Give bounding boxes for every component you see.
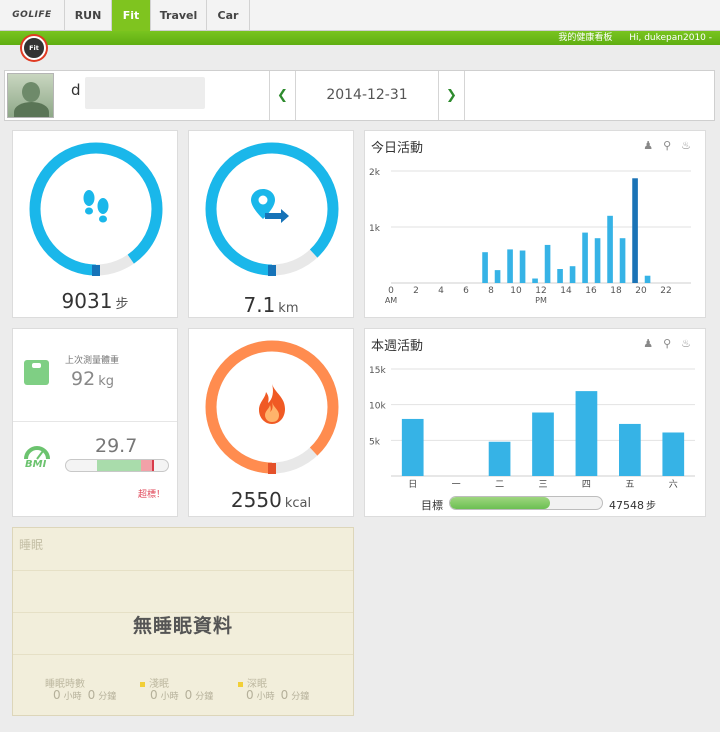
bmi-value: 29.7 xyxy=(95,435,138,457)
goal-value: 47548 步 xyxy=(609,499,656,512)
bar-day-2 xyxy=(488,441,511,476)
steps-value: 9031 步 xyxy=(61,289,129,313)
location-arrow-icon xyxy=(251,189,289,223)
weight-label: 上次測量體重 xyxy=(65,356,120,366)
bmi-range-bar xyxy=(65,459,169,472)
weight-value: 92 kg xyxy=(71,368,114,390)
bar-hour-15 xyxy=(582,232,588,283)
scale-icon xyxy=(24,360,49,385)
x-tick-label: 4 xyxy=(438,286,444,296)
x-sub-label: PM xyxy=(535,296,547,305)
tab-travel[interactable]: Travel xyxy=(151,0,207,31)
x-tick-label: 日 xyxy=(408,479,417,490)
today-activity-chart: 1k 2k 0 2 4 6 8 10 12 14 16 18 20 22 AM PM xyxy=(369,168,691,305)
week-activity-card: 本週活動 ♟ ⚲ ♨ 5k 10k 15k 日一二三四五六 目標 47548 步 xyxy=(364,328,706,517)
calories-card[interactable]: 2550 kcal xyxy=(188,328,354,517)
bar-hour-12 xyxy=(544,244,551,283)
steps-card[interactable]: 9031 步 xyxy=(12,130,178,318)
x-tick-label: 0 xyxy=(388,286,394,296)
bar-hour-8 xyxy=(494,270,501,283)
bar-hour-18 xyxy=(619,238,626,283)
y-tick-label: 2k xyxy=(369,168,381,178)
bar-day-0 xyxy=(401,418,424,476)
y-tick-label: 5k xyxy=(369,437,381,447)
bar-day-3 xyxy=(532,412,554,476)
week-activity-chart: 5k 10k 15k 日 一 二 三 四 五 六 xyxy=(369,366,695,490)
x-tick-label: 10 xyxy=(510,286,522,296)
bar-hour-13 xyxy=(557,269,563,283)
x-tick-label: 三 xyxy=(538,480,547,490)
bar-day-4 xyxy=(575,391,598,476)
x-tick-label: 22 xyxy=(660,286,671,296)
y-tick-label: 15k xyxy=(369,366,386,376)
x-sub-label: AM xyxy=(385,296,397,305)
redacted-name xyxy=(85,77,205,109)
bar-hour-16 xyxy=(594,238,601,283)
sleep-card[interactable]: 睡眠 無睡眠資料 睡眠時數 淺眠 深眠 0 小時 0 分鐘 0 小時 0 分鐘 0 小時 0 分鐘 xyxy=(12,527,354,716)
distance-value: 7.1 km xyxy=(243,293,299,317)
chevron-right-icon: ❯ xyxy=(446,88,457,103)
today-activity-card: 今日活動 ♟ ⚲ ♨ 1k 2k 0 2 4 6 8 10 12 14 16 18 20 22 AM PM xyxy=(364,130,706,318)
x-tick-label: 二 xyxy=(495,480,504,490)
header-bar: 我的健康看板 Hi, dukepan2010 - xyxy=(0,31,720,45)
bar-hour-14 xyxy=(569,266,576,283)
weight-card[interactable]: 上次測量體重 92 kg BMI 29.7 超標！ xyxy=(12,328,178,517)
bar-hour-9 xyxy=(507,249,513,283)
bmi-warning: 超標！ xyxy=(137,490,165,500)
bar-hour-19 xyxy=(632,178,638,283)
avatar xyxy=(7,73,54,118)
fit-logo: Fit xyxy=(22,36,46,60)
distance-ring xyxy=(205,142,339,276)
x-tick-label: 8 xyxy=(488,286,494,296)
x-tick-label: 18 xyxy=(610,286,622,296)
dashboard-link[interactable]: 我的健康看板 xyxy=(558,33,612,43)
current-date: 2014-12-31 xyxy=(326,87,408,103)
y-tick-label: 1k xyxy=(369,224,381,234)
bmi-gauge-icon: BMI xyxy=(23,443,51,473)
x-tick-label: 2 xyxy=(413,286,419,296)
sleep-no-data: 無睡眠資料 xyxy=(132,615,233,637)
bar-hour-10 xyxy=(519,250,526,283)
sleep-title: 睡眠 xyxy=(19,538,44,552)
x-tick-label: 四 xyxy=(582,480,591,490)
goal-label: 目標 xyxy=(421,499,443,512)
x-tick-label: 14 xyxy=(560,286,572,296)
bmi-label: BMI xyxy=(25,459,47,470)
x-tick-label: 12 xyxy=(535,286,546,296)
sleep-deep-value: 0 小時 0 分鐘 xyxy=(246,688,310,702)
tab-fit[interactable]: Fit xyxy=(112,0,151,31)
tab-run[interactable]: RUN xyxy=(65,0,112,31)
x-tick-label: 六 xyxy=(669,478,678,490)
x-tick-label: 16 xyxy=(585,286,597,296)
user-menu[interactable]: Hi, dukepan2010 - xyxy=(629,33,712,43)
x-tick-label: 6 xyxy=(463,286,469,296)
profile-bar: d ❮ 2014-12-31 ❯ xyxy=(4,70,715,121)
tab-golife[interactable]: GOLIFE xyxy=(0,0,65,31)
bar-hour-20 xyxy=(644,275,651,283)
tab-car[interactable]: Car xyxy=(207,0,250,31)
y-tick-label: 10k xyxy=(369,402,386,412)
prev-date-button[interactable]: ❮ xyxy=(270,71,296,120)
x-tick-label: 20 xyxy=(635,286,647,296)
bar-hour-17 xyxy=(607,215,613,283)
chevron-left-icon: ❮ xyxy=(277,88,288,103)
x-tick-label: 一 xyxy=(452,480,461,490)
footprints-icon xyxy=(83,190,109,223)
flame-icon xyxy=(259,384,285,424)
bar-day-6 xyxy=(662,432,685,476)
sleep-total-value: 0 小時 0 分鐘 xyxy=(53,688,117,702)
sleep-light-value: 0 小時 0 分鐘 xyxy=(150,688,214,702)
bar-day-5 xyxy=(619,423,641,476)
next-date-button[interactable]: ❯ xyxy=(438,71,464,120)
top-nav: GOLIFE RUN Fit Travel Car xyxy=(0,0,720,31)
distance-card[interactable]: 7.1 km xyxy=(188,130,354,318)
user-name: d xyxy=(71,81,81,99)
goal-progress-bar xyxy=(449,496,603,510)
date-navigator: ❮ 2014-12-31 ❯ xyxy=(269,71,465,120)
bar-hour-11 xyxy=(532,278,538,283)
calories-value: 2550 kcal xyxy=(230,488,312,512)
x-tick-label: 五 xyxy=(625,480,634,490)
bar-hour-7 xyxy=(482,252,488,283)
